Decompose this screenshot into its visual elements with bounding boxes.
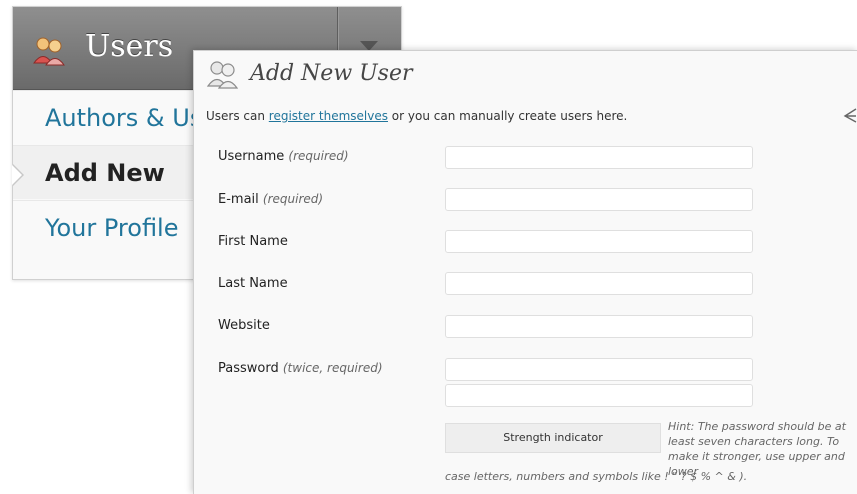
users-menu-title: Users [85,29,174,64]
username-label-text: Username [218,149,285,164]
users-icon [206,61,239,89]
first-name-label: First Name [218,234,288,249]
page-title: Add New User [250,61,413,86]
password-label: Password (twice, required) [218,361,383,376]
email-input[interactable] [445,188,753,211]
first-name-input[interactable] [445,230,753,253]
last-name-input[interactable] [445,272,753,295]
intro-text-after: or you can manually create users here. [387,109,628,123]
users-icon [33,37,65,66]
last-name-label: Last Name [218,276,288,291]
current-item-arrow [12,165,22,185]
website-input[interactable] [445,315,753,338]
required-note: (required) [262,192,324,206]
password-strength-indicator: Strength indicator [445,423,661,453]
required-note: (twice, required) [282,361,383,375]
password-input[interactable] [445,358,753,381]
email-label-text: E-mail [218,192,259,207]
username-input[interactable] [445,146,753,169]
password-confirm-input[interactable] [445,384,753,407]
add-user-panel: Add New User Users can register themselv… [193,50,857,494]
intro-text-before: Users can [206,109,269,123]
username-label: Username (required) [218,149,349,164]
password-label-text: Password [218,361,279,376]
password-hint-continued: case letters, numbers and symbols like !… [445,470,748,483]
email-label: E-mail (required) [218,192,323,207]
required-note: (required) [288,149,349,163]
register-themselves-link[interactable]: register themselves [269,109,388,123]
arrow-cursor-icon [843,108,857,123]
intro-text: Users can register themselves or you can… [206,109,627,123]
website-label: Website [218,318,270,333]
